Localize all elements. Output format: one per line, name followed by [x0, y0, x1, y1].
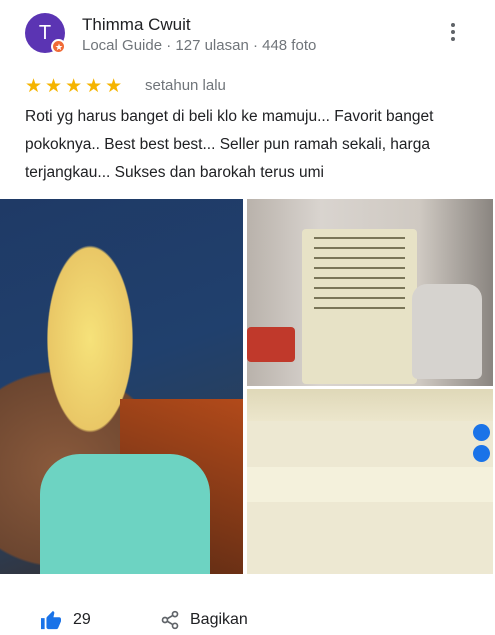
more-options-icon[interactable]	[443, 21, 463, 45]
whatsapp-icon	[473, 445, 490, 462]
share-label[interactable]: Bagikan	[190, 611, 248, 629]
facebook-icon	[473, 424, 490, 441]
share-icon	[161, 610, 179, 630]
local-guide-badge-icon	[51, 39, 66, 54]
review-photo-2[interactable]	[247, 199, 493, 386]
reviewer-name[interactable]: Thimma Cwuit	[82, 15, 191, 35]
star-rating: ★★★★★	[25, 76, 126, 97]
share-button[interactable]	[160, 610, 180, 635]
reviewer-meta: Local Guide · 127 ulasan · 448 foto	[82, 37, 317, 54]
review-text: Roti yg harus banget di beli klo ke mamu…	[25, 108, 434, 181]
like-button[interactable]	[40, 610, 62, 635]
photo-grid	[0, 199, 495, 574]
review-actions: 29 Bagikan	[0, 600, 495, 632]
reviewer-header: T Thimma Cwuit Local Guide · 127 ulasan …	[25, 13, 485, 57]
avatar-initial: T	[38, 22, 52, 44]
like-count: 29	[73, 611, 91, 628]
thumbs-up-icon	[41, 610, 61, 630]
review-photo-3[interactable]	[247, 389, 493, 574]
review-photo-1[interactable]	[0, 199, 243, 574]
review-date: setahun lalu	[145, 77, 226, 94]
